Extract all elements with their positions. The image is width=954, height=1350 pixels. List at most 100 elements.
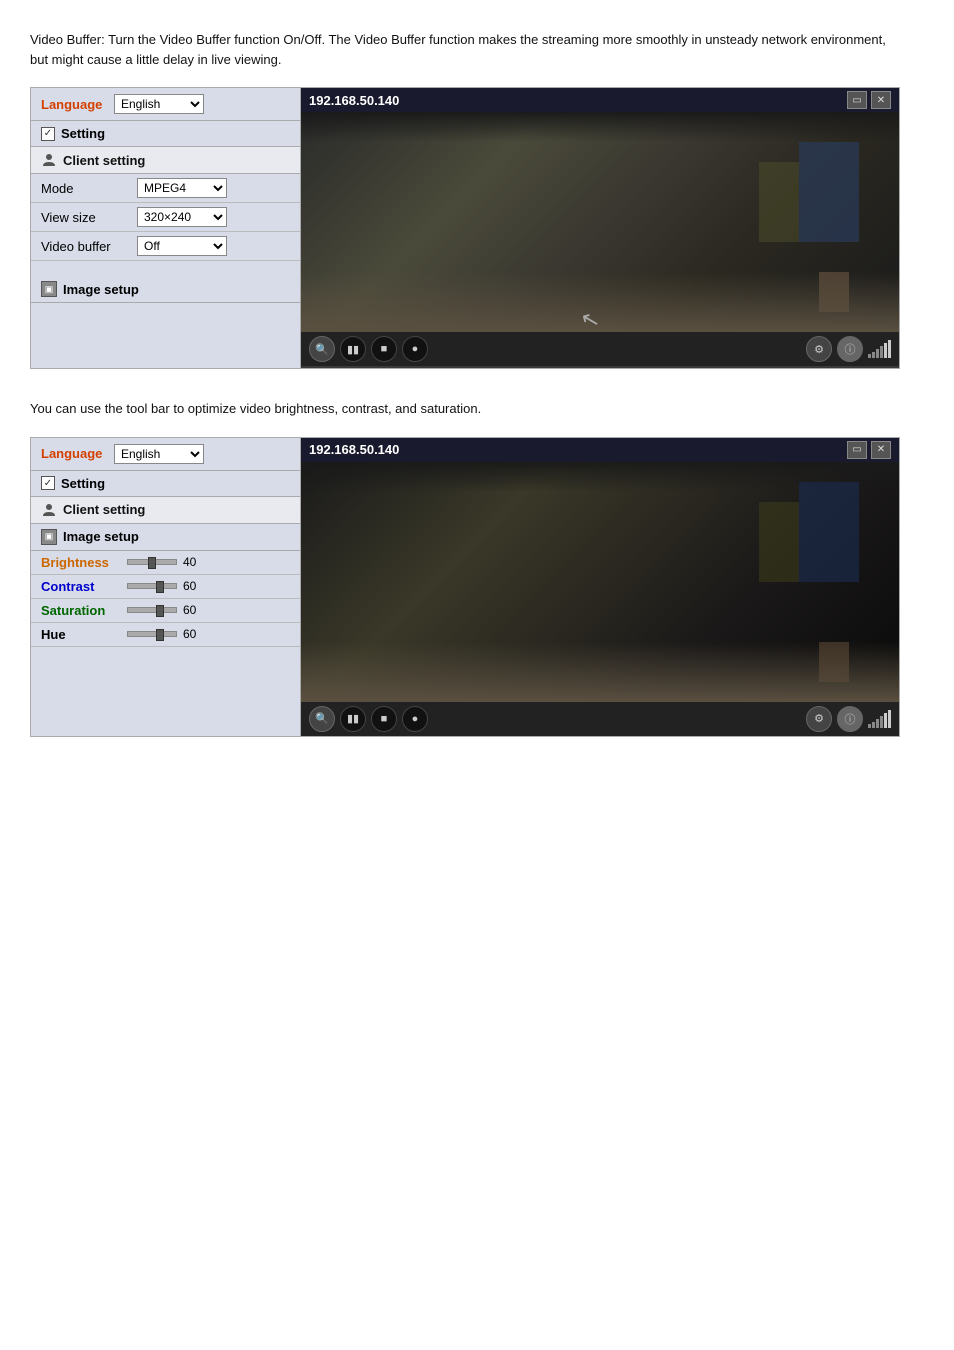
viewsize-label-1: View size: [41, 210, 131, 225]
contrast-slider[interactable]: [127, 583, 177, 589]
signal-bar-2-5: [884, 713, 887, 728]
setting-menu-item-2[interactable]: ✓ Setting: [31, 471, 300, 497]
contrast-thumb[interactable]: [156, 581, 164, 593]
tool-btn-record-2[interactable]: ●: [402, 706, 428, 732]
brightness-value: 40: [183, 555, 208, 569]
brightness-label: Brightness: [41, 555, 121, 570]
setting-menu-item-1[interactable]: ✓ Setting: [31, 121, 300, 147]
tool-btn-info-2[interactable]: ⓘ: [837, 706, 863, 732]
left-panel-2: Language English French ✓ Setting Client…: [31, 438, 301, 736]
spacer-1: [31, 261, 300, 276]
cam-btn-fullscreen-2[interactable]: ▭: [847, 441, 867, 459]
client-setting-menu-item-1[interactable]: Client setting: [31, 147, 300, 174]
bottom-spacer-2: [31, 647, 300, 707]
image-setup-label-2: Image setup: [63, 529, 139, 544]
camera-ip-1: 192.168.50.140: [309, 93, 399, 108]
camera-feed-2: [301, 462, 899, 702]
signal-bar-2-3: [876, 719, 879, 728]
cam-object-display-2: [759, 502, 799, 582]
signal-bar-2-6: [888, 710, 891, 728]
toolbar-right-1: ⚙ ⓘ: [806, 336, 891, 362]
language-label-2: Language: [41, 446, 106, 461]
cam-btn-close-1[interactable]: ✕: [871, 91, 891, 109]
image-setup-menu-item-1[interactable]: ▣ Image setup: [31, 276, 300, 303]
brightness-row: Brightness 40: [31, 551, 300, 575]
language-select-1[interactable]: English French German: [114, 94, 204, 114]
tool-btn-pause-1[interactable]: ▮▮: [340, 336, 366, 362]
camera-toolbar-2: 🔍 ▮▮ ■ ● ⚙ ⓘ: [301, 702, 899, 736]
brightness-slider[interactable]: [127, 559, 177, 565]
tool-btn-settings-1[interactable]: ⚙: [806, 336, 832, 362]
setting-label-2: Setting: [61, 476, 105, 491]
hue-slider[interactable]: [127, 631, 177, 637]
signal-bar-2-1: [868, 724, 871, 728]
toolbar-right-2: ⚙ ⓘ: [806, 706, 891, 732]
videobuffer-select-1[interactable]: Off On: [137, 236, 227, 256]
tool-btn-search-2[interactable]: 🔍: [309, 706, 335, 732]
camera-view-2: 192.168.50.140 ▭ ✕ 🔍 ▮▮ ■ ●: [301, 438, 899, 736]
hue-row: Hue 60: [31, 623, 300, 647]
person-icon-1: [41, 152, 57, 168]
mode-select-1[interactable]: MPEG4 MJPEG: [137, 178, 227, 198]
client-setting-label-1: Client setting: [63, 153, 145, 168]
saturation-label: Saturation: [41, 603, 121, 618]
language-row-2: Language English French: [31, 438, 300, 471]
cam-object-display-1: [759, 162, 799, 242]
viewsize-row-1: View size 320×240 640×480: [31, 203, 300, 232]
viewsize-select-1[interactable]: 320×240 640×480: [137, 207, 227, 227]
ui-panel-2: Language English French ✓ Setting Client…: [30, 437, 900, 737]
signal-bar-5: [884, 343, 887, 358]
mode-label-1: Mode: [41, 181, 131, 196]
mode-row-1: Mode MPEG4 MJPEG: [31, 174, 300, 203]
camera-header-2: 192.168.50.140 ▭ ✕: [301, 438, 899, 462]
tool-btn-stop-2[interactable]: ■: [371, 706, 397, 732]
signal-bar-3: [876, 349, 879, 358]
image-setup-icon-1: ▣: [41, 281, 57, 297]
setting-checkbox-2[interactable]: ✓: [41, 476, 55, 490]
cam-btn-fullscreen-1[interactable]: ▭: [847, 91, 867, 109]
cam-btn-close-2[interactable]: ✕: [871, 441, 891, 459]
client-setting-label-2: Client setting: [63, 502, 145, 517]
hue-thumb[interactable]: [156, 629, 164, 641]
camera-panel-1: 192.168.50.140 ▭ ✕ ↖ 🔍 ▮▮ ■ ●: [301, 88, 899, 368]
camera-feed-1: [301, 112, 899, 332]
camera-ip-2: 192.168.50.140: [309, 442, 399, 457]
tool-btn-info-1[interactable]: ⓘ: [837, 336, 863, 362]
camera-top-controls-2: ▭ ✕: [847, 441, 891, 459]
signal-bars-1: [868, 340, 891, 358]
cam-ceiling-1: [301, 112, 899, 142]
tool-btn-pause-2[interactable]: ▮▮: [340, 706, 366, 732]
language-row-1: Language English French German: [31, 88, 300, 121]
brightness-thumb[interactable]: [148, 557, 156, 569]
videobuffer-row-1: Video buffer Off On: [31, 232, 300, 261]
setting-checkbox-1[interactable]: ✓: [41, 127, 55, 141]
language-select-2[interactable]: English French: [114, 444, 204, 464]
cam-object-bookshelf-1: [799, 142, 859, 242]
saturation-slider[interactable]: [127, 607, 177, 613]
toolbar-left-1: 🔍 ▮▮ ■ ●: [309, 336, 428, 362]
saturation-row: Saturation 60: [31, 599, 300, 623]
description-paragraph-1: Video Buffer: Turn the Video Buffer func…: [30, 30, 900, 69]
signal-bar-6: [888, 340, 891, 358]
tool-btn-settings-2[interactable]: ⚙: [806, 706, 832, 732]
language-label-1: Language: [41, 97, 106, 112]
cam-object-bookshelf-2: [799, 482, 859, 582]
cam-floor-2: [301, 642, 899, 702]
image-setup-menu-item-2[interactable]: ▣ Image setup: [31, 524, 300, 551]
tool-btn-search-1[interactable]: 🔍: [309, 336, 335, 362]
image-setup-label-1: Image setup: [63, 282, 139, 297]
tool-btn-stop-1[interactable]: ■: [371, 336, 397, 362]
contrast-row: Contrast 60: [31, 575, 300, 599]
signal-bar-1: [868, 354, 871, 358]
client-setting-menu-item-2[interactable]: Client setting: [31, 497, 300, 524]
saturation-thumb[interactable]: [156, 605, 164, 617]
camera-panel-2: 192.168.50.140 ▭ ✕ 🔍 ▮▮ ■ ●: [301, 438, 899, 736]
setting-label-1: Setting: [61, 126, 105, 141]
left-panel-1: Language English French German ✓ Setting…: [31, 88, 301, 368]
contrast-label: Contrast: [41, 579, 121, 594]
signal-bar-2-2: [872, 722, 875, 728]
tool-btn-record-1[interactable]: ●: [402, 336, 428, 362]
signal-bar-2-4: [880, 716, 883, 728]
camera-top-controls-1: ▭ ✕: [847, 91, 891, 109]
hue-label: Hue: [41, 627, 121, 642]
